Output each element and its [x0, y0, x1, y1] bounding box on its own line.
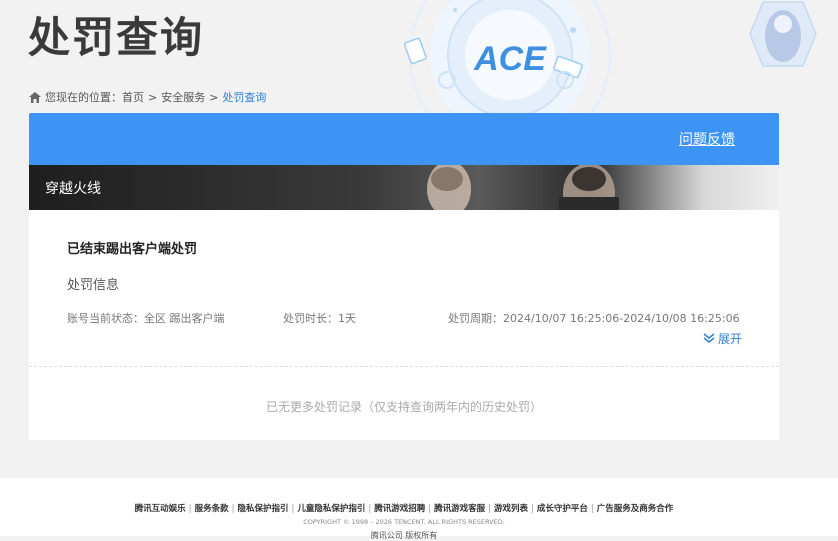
footer-link[interactable]: 成长守护平台 — [537, 504, 588, 514]
page-header: 处罚查询 ACE 您现在的位置： 首页 > 安全服务 > 处罚查询 — [0, 0, 838, 113]
breadcrumb: 您现在的位置： 首页 > 安全服务 > 处罚查询 — [29, 89, 266, 105]
no-more-records-text: 已无更多处罚记录（仅支持查询两年内的历史处罚） — [265, 400, 542, 414]
record-title: 已结束踢出客户端处罚 — [67, 242, 198, 257]
footer-links: 腾讯互动娱乐 | 服务条款 | 隐私保护指引 | 儿童隐私保护指引 | 腾讯游戏招聘 | 腾讯游戏客… — [134, 504, 674, 514]
breadcrumb-prefix: 您现在的位置： — [45, 91, 122, 104]
ace-logo-decoration: ACE — [403, 0, 611, 113]
footer-link[interactable]: 腾讯游戏客服 — [434, 504, 485, 514]
breadcrumb-current: 处罚查询 — [222, 91, 267, 104]
breadcrumb-separator: > — [209, 90, 219, 104]
breadcrumb-separator: > — [148, 90, 158, 104]
expand-button[interactable]: 展开 — [703, 330, 742, 347]
expand-label: 展开 — [717, 332, 742, 346]
double-chevron-down-icon — [703, 333, 715, 343]
game-characters-art — [427, 165, 619, 210]
penalty-record: 已结束踢出客户端处罚 处罚信息 账号当前状态：全区 踢出客户端 处罚时长：1天 … — [29, 210, 779, 367]
feedback-link[interactable]: 问题反馈 — [679, 129, 735, 149]
footer-link[interactable]: 腾讯互动娱乐 — [135, 504, 186, 514]
home-icon — [29, 91, 41, 103]
page-footer: 腾讯互动娱乐 | 服务条款 | 隐私保护指引 | 儿童隐私保护指引 | 腾讯游戏招聘 | 腾讯游戏客… — [0, 478, 838, 540]
game-banner: 穿越火线 — [29, 165, 779, 210]
penalty-info-heading: 处罚信息 — [67, 278, 120, 293]
penalty-duration: 处罚时长：1天 — [283, 312, 356, 325]
footer-link[interactable]: 隐私保护指引 — [237, 504, 288, 514]
panel-header-bar: 问题反馈 — [29, 113, 779, 165]
game-name: 穿越火线 — [45, 181, 101, 197]
footer-link[interactable]: 腾讯游戏招聘 — [374, 504, 425, 514]
footer-link[interactable]: 广告服务及商务合作 — [597, 504, 674, 514]
copyright-text: COPYRIGHT © 1998 – 2026 TENCENT. ALL RIG… — [303, 518, 505, 526]
page-title: 处罚查询 — [28, 13, 205, 62]
footer-link[interactable]: 游戏列表 — [494, 504, 528, 514]
breadcrumb-security-link[interactable]: 安全服务 — [161, 89, 205, 105]
svg-text:ACE: ACE — [473, 40, 547, 78]
record-divider — [29, 366, 779, 367]
character-hexagon-decoration — [749, 1, 817, 67]
footer-link[interactable]: 服务条款 — [195, 504, 229, 514]
footer-link[interactable]: 儿童隐私保护指引 — [297, 504, 365, 514]
penalty-period: 处罚周期：2024/10/07 16:25:06-2024/10/08 16:2… — [448, 312, 740, 325]
penalty-panel: 问题反馈 穿越火线 已结束踢出客户端处罚 处罚信息 账号当前状态：全区 踢出客户… — [29, 113, 779, 440]
account-status: 账号当前状态：全区 踢出客户端 — [67, 312, 225, 325]
breadcrumb-home-link[interactable]: 首页 — [122, 89, 144, 105]
